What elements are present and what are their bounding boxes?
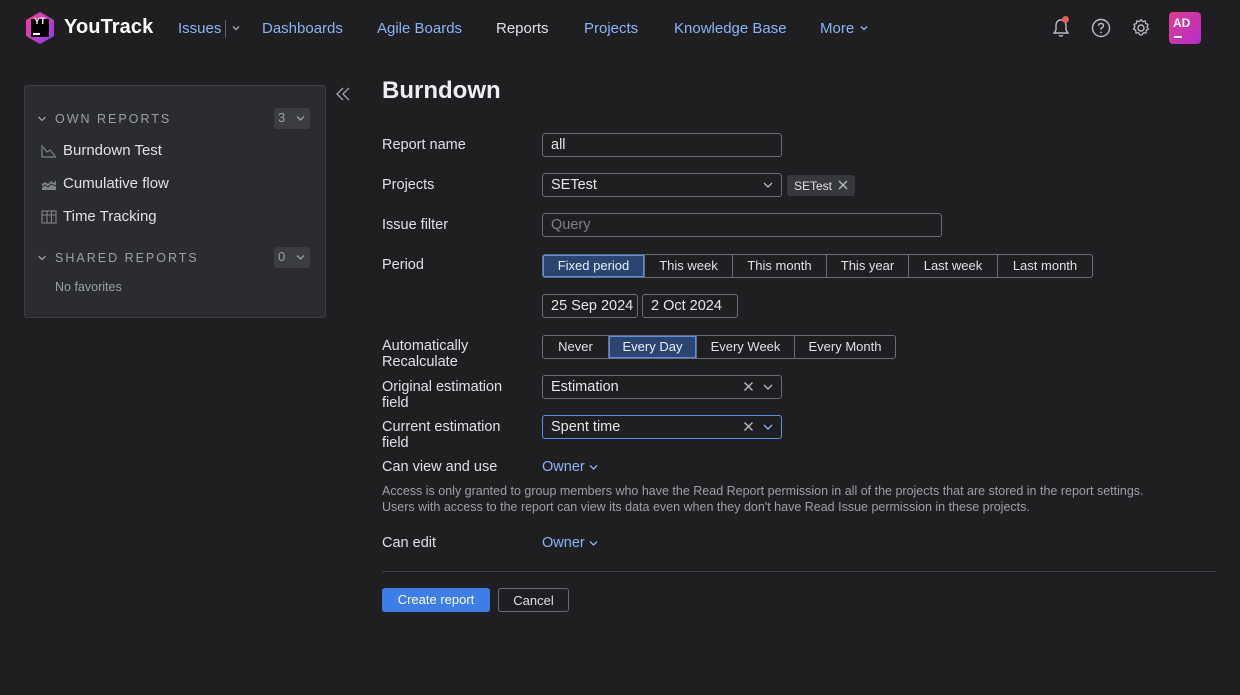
nav-knowledge-base[interactable]: Knowledge Base xyxy=(674,20,787,37)
can-edit-label: Can edit xyxy=(382,535,437,551)
gear-icon[interactable] xyxy=(1130,17,1152,39)
chevron-down-icon xyxy=(763,384,773,390)
recalculate-every-month[interactable]: Every Month xyxy=(794,336,895,358)
nav-projects[interactable]: Projects xyxy=(584,20,638,37)
projects-select[interactable]: SETest xyxy=(542,173,782,197)
help-icon[interactable] xyxy=(1090,17,1112,39)
chevron-down-icon xyxy=(589,540,598,546)
create-report-button[interactable]: Create report xyxy=(382,588,490,612)
period-last-month[interactable]: Last month xyxy=(997,255,1092,277)
nav-reports[interactable]: Reports xyxy=(496,20,549,37)
can-edit-value: Owner xyxy=(542,535,585,551)
shared-reports-title[interactable]: SHARED REPORTS xyxy=(55,251,199,265)
report-name-value: all xyxy=(551,137,566,153)
shared-reports-count-value: 0 xyxy=(278,249,286,264)
chevron-down-icon xyxy=(589,464,598,470)
top-header: YT YouTrack Issues Dashboards Agile Boar… xyxy=(0,0,1240,56)
avatar-underline xyxy=(1174,36,1182,38)
current-estimation-value: Spent time xyxy=(551,419,621,435)
own-reports-chevron-icon[interactable] xyxy=(37,114,47,124)
report-name-input[interactable]: all xyxy=(542,133,782,157)
cancel-button[interactable]: Cancel xyxy=(498,588,569,612)
nav-issues[interactable]: Issues xyxy=(178,20,221,37)
chevron-down-icon xyxy=(296,116,305,121)
sidebar-item-label: Burndown Test xyxy=(63,142,162,159)
brand-name[interactable]: YouTrack xyxy=(64,16,153,39)
projects-select-value: SETest xyxy=(551,177,597,193)
issues-chevron-down-icon[interactable] xyxy=(230,22,242,34)
nav-separator xyxy=(225,20,226,38)
original-estimation-label: Original estimation field xyxy=(382,379,503,411)
current-estimation-select[interactable]: Spent time xyxy=(542,415,782,439)
access-help-text: Access is only granted to group members … xyxy=(382,483,1202,515)
more-chevron-down-icon[interactable] xyxy=(858,22,870,34)
chevron-down-icon xyxy=(296,255,305,260)
issue-filter-label: Issue filter xyxy=(382,217,449,233)
own-reports-title[interactable]: OWN REPORTS xyxy=(55,112,171,126)
period-this-month[interactable]: This month xyxy=(732,255,826,277)
shared-reports-chevron-icon[interactable] xyxy=(37,253,47,263)
sidebar-item-time-tracking[interactable]: Time Tracking xyxy=(39,206,309,230)
no-favorites-text: No favorites xyxy=(55,280,122,294)
nav-agile-boards[interactable]: Agile Boards xyxy=(377,20,462,37)
clear-icon[interactable] xyxy=(743,421,754,432)
start-date-input[interactable]: 25 Sep 2024 xyxy=(542,294,638,318)
recalculate-every-week[interactable]: Every Week xyxy=(696,336,794,358)
sidebar-item-burndown-test[interactable]: Burndown Test xyxy=(39,140,309,164)
sidebar-item-label: Time Tracking xyxy=(63,208,157,225)
remove-tag-icon[interactable] xyxy=(838,180,848,190)
shared-reports-count[interactable]: 0 xyxy=(274,247,310,268)
avatar[interactable]: AD xyxy=(1169,12,1201,44)
period-label: Period xyxy=(382,257,424,273)
recalculate-every-day[interactable]: Every Day xyxy=(608,336,696,358)
chevron-down-icon xyxy=(763,182,773,188)
can-view-dropdown[interactable]: Owner xyxy=(542,459,598,475)
period-selector: Fixed period This week This month This y… xyxy=(542,254,1093,278)
logo-text: YT xyxy=(34,16,46,26)
project-tag: SETest xyxy=(787,175,855,196)
collapse-sidebar-icon[interactable] xyxy=(334,86,352,102)
can-edit-dropdown[interactable]: Owner xyxy=(542,535,598,551)
issue-filter-input[interactable]: Query xyxy=(542,213,942,237)
nav-more[interactable]: More xyxy=(820,20,854,37)
period-this-year[interactable]: This year xyxy=(826,255,908,277)
period-this-week[interactable]: This week xyxy=(644,255,732,277)
cumulative-flow-icon xyxy=(41,180,57,190)
page-title: Burndown xyxy=(382,77,501,104)
recalculate-selector: Never Every Day Every Week Every Month xyxy=(542,335,896,359)
original-estimation-value: Estimation xyxy=(551,379,619,395)
table-icon xyxy=(41,210,57,224)
burndown-chart-icon xyxy=(41,145,56,158)
issue-filter-placeholder: Query xyxy=(551,217,591,233)
original-estimation-select[interactable]: Estimation xyxy=(542,375,782,399)
current-estimation-label: Current estimation field xyxy=(382,419,501,451)
recalculate-never[interactable]: Never xyxy=(543,336,608,358)
clear-icon[interactable] xyxy=(743,381,754,392)
own-reports-count-value: 3 xyxy=(278,110,286,125)
form-divider xyxy=(382,571,1216,572)
period-last-week[interactable]: Last week xyxy=(908,255,997,277)
avatar-initials: AD xyxy=(1173,16,1191,30)
own-reports-count[interactable]: 3 xyxy=(274,108,310,129)
end-date-input[interactable]: 2 Oct 2024 xyxy=(642,294,738,318)
start-date-value: 25 Sep 2024 xyxy=(551,298,634,314)
recalculate-label: Automatically Recalculate xyxy=(382,338,469,370)
can-view-value: Owner xyxy=(542,459,585,475)
help-line-1: Access is only granted to group members … xyxy=(382,484,1144,498)
chevron-down-icon xyxy=(763,424,773,430)
project-tag-label: SETest xyxy=(794,179,833,193)
end-date-value: 2 Oct 2024 xyxy=(651,298,722,314)
sidebar-item-label: Cumulative flow xyxy=(63,175,169,192)
nav-dashboards[interactable]: Dashboards xyxy=(262,20,343,37)
can-view-label: Can view and use xyxy=(382,459,498,475)
report-name-label: Report name xyxy=(382,137,466,153)
notification-dot xyxy=(1062,16,1069,23)
help-line-2: Users with access to the report can view… xyxy=(382,500,1030,514)
period-fixed-period[interactable]: Fixed period xyxy=(543,255,644,277)
sidebar-item-cumulative-flow[interactable]: Cumulative flow xyxy=(39,173,309,197)
reports-sidebar: OWN REPORTS 3 Burndown Test Cumulative f… xyxy=(24,85,326,318)
projects-label: Projects xyxy=(382,177,435,193)
